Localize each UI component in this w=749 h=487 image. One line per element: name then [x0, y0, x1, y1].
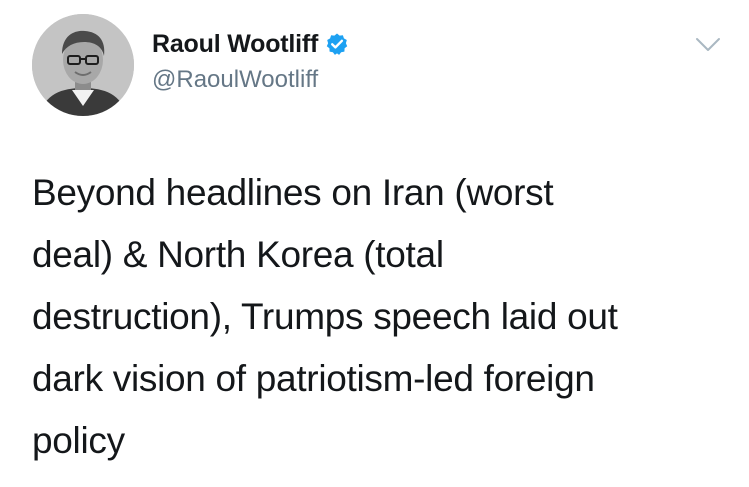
- tweet-text-line: destruction), Trumps speech laid out: [32, 296, 618, 337]
- tweet-text-line: Beyond headlines on Iran (worst: [32, 172, 554, 213]
- avatar[interactable]: [32, 14, 134, 116]
- tweet-card: Raoul Wootliff @RaoulWootliff Beyond hea…: [0, 0, 749, 487]
- tweet-text-line: policy: [32, 420, 125, 461]
- chevron-down-icon[interactable]: [695, 36, 721, 54]
- avatar-photo: [32, 14, 134, 116]
- tweet-text-line: dark vision of patriotism-led foreign: [32, 358, 595, 399]
- display-name[interactable]: Raoul Wootliff: [152, 30, 318, 59]
- author-name-row: Raoul Wootliff: [152, 27, 349, 61]
- user-handle[interactable]: @RaoulWootliff: [152, 66, 318, 94]
- tweet-text: Beyond headlines on Iran (worst deal) & …: [32, 162, 732, 472]
- tweet-text-line: deal) & North Korea (total: [32, 234, 444, 275]
- verified-badge-icon: [325, 32, 349, 56]
